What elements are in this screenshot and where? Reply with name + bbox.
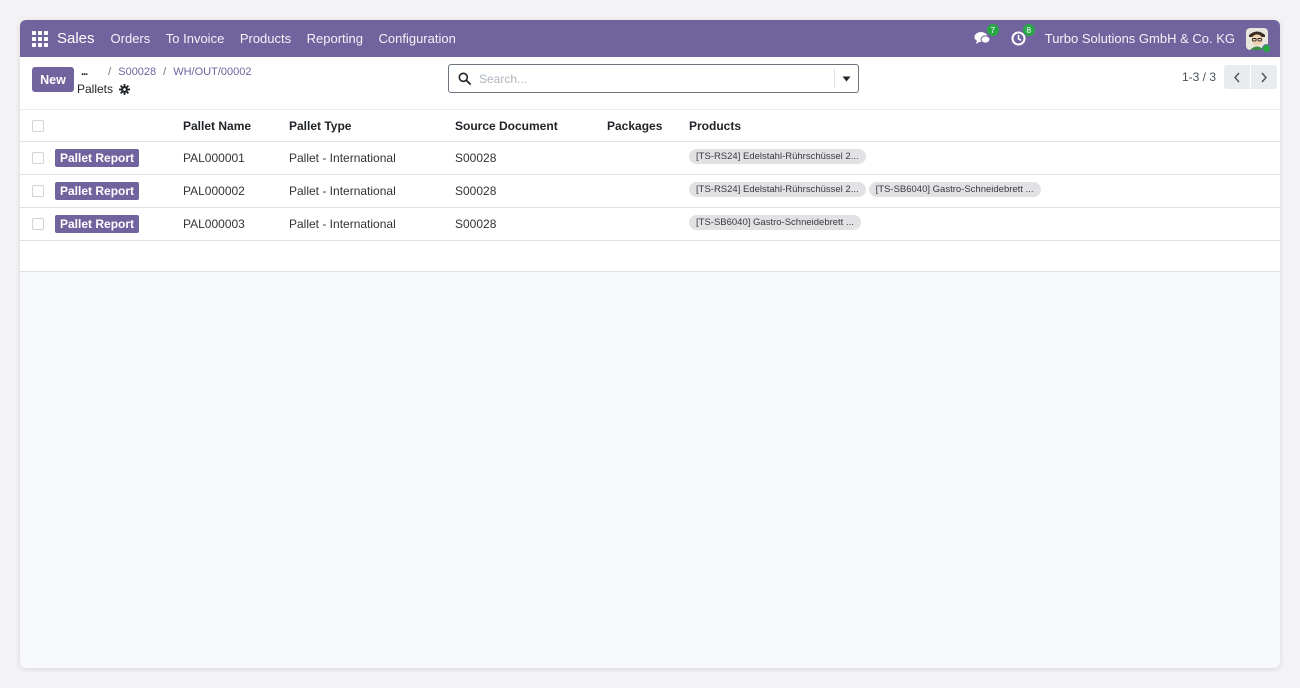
empty-filler-row [20, 240, 1280, 272]
pager-next-button[interactable] [1251, 65, 1277, 89]
caret-down-icon [842, 76, 851, 81]
column-header-packages[interactable]: Packages [607, 109, 689, 142]
cell-packages[interactable] [607, 141, 689, 175]
cell-pallet-name[interactable]: PAL000003 [183, 207, 289, 241]
navbar-systray: 7 8 Turbo Solutions GmbH & Co. KG [973, 23, 1280, 53]
list-view: Pallet Name Pallet Type Source Document … [20, 109, 1280, 668]
product-tag[interactable]: [TS-SB6040] Gastro-Schneidebrett ... [868, 182, 1041, 197]
cell-source-document[interactable]: S00028 [455, 141, 607, 175]
pallets-table: Pallet Name Pallet Type Source Document … [20, 109, 1280, 272]
menu-to-invoice[interactable]: To Invoice [166, 31, 225, 46]
menu-configuration[interactable]: Configuration [379, 31, 456, 46]
cell-source-document[interactable]: S00028 [455, 207, 607, 241]
breadcrumb-more-button[interactable]: ... [81, 66, 88, 78]
search-icon [458, 72, 471, 85]
row-select-cell: Pallet Report [20, 174, 183, 208]
column-header-source-document[interactable]: Source Document [455, 109, 607, 142]
page-title-text: Pallets [77, 82, 114, 96]
pager: 1-3 / 3 [1182, 65, 1277, 89]
table-row[interactable]: Pallet Report PAL000002 Pallet - Interna… [20, 174, 1280, 208]
cell-pallet-type[interactable]: Pallet - International [289, 207, 455, 241]
breadcrumb: ... / S00028 / WH/OUT/00002 [81, 66, 251, 78]
column-header-products[interactable]: Products [689, 109, 1280, 142]
company-switcher[interactable]: Turbo Solutions GmbH & Co. KG [1045, 31, 1235, 46]
select-all-checkbox[interactable] [32, 119, 44, 132]
user-avatar[interactable] [1246, 27, 1271, 53]
column-header-pallet-type[interactable]: Pallet Type [289, 109, 455, 142]
table-row[interactable]: Pallet Report PAL000003 Pallet - Interna… [20, 207, 1280, 241]
column-header-pallet-name[interactable]: Pallet Name [183, 109, 289, 142]
pallet-report-button[interactable]: Pallet Report [55, 182, 140, 200]
select-all-cell [20, 109, 183, 142]
cell-pallet-name[interactable]: PAL000002 [183, 174, 289, 208]
cell-products[interactable]: [TS-SB6040] Gastro-Schneidebrett ... [689, 207, 1280, 241]
cell-pallet-name[interactable]: PAL000001 [183, 141, 289, 175]
chevron-left-icon [1234, 72, 1240, 82]
product-tag[interactable]: [TS-RS24] Edelstahl-Rührschüssel 2... [689, 149, 866, 164]
product-tag[interactable]: [TS-SB6040] Gastro-Schneidebrett ... [689, 215, 861, 230]
table-header-row: Pallet Name Pallet Type Source Document … [20, 109, 1280, 142]
menu-products[interactable]: Products [240, 31, 291, 46]
breadcrumb-sale-order[interactable]: S00028 [118, 66, 156, 78]
row-checkbox[interactable] [32, 185, 44, 197]
cell-source-document[interactable]: S00028 [455, 174, 607, 208]
row-checkbox[interactable] [32, 152, 44, 164]
breadcrumb-separator: / [108, 66, 112, 78]
cell-products[interactable]: [TS-RS24] Edelstahl-Rührschüssel 2... [TS… [689, 174, 1280, 208]
menu-orders[interactable]: Orders [111, 31, 151, 46]
search-options-toggle[interactable] [834, 69, 858, 88]
gear-icon[interactable] [119, 83, 131, 95]
search-input[interactable] [479, 71, 834, 86]
pager-value[interactable]: 1-3 / 3 [1182, 70, 1216, 84]
new-button[interactable]: New [32, 67, 74, 92]
row-select-cell: Pallet Report [20, 207, 183, 241]
cell-packages[interactable] [607, 174, 689, 208]
cell-pallet-type[interactable]: Pallet - International [289, 174, 455, 208]
empty-filler-cell [20, 240, 1280, 272]
row-checkbox[interactable] [32, 218, 44, 230]
activities-button[interactable]: 8 [1009, 23, 1035, 49]
breadcrumb-separator: / [163, 66, 167, 78]
table-row[interactable]: Pallet Report PAL000001 Pallet - Interna… [20, 141, 1280, 175]
top-navbar: Sales Orders To Invoice Products Reporti… [20, 20, 1280, 57]
menu-reporting[interactable]: Reporting [307, 31, 363, 46]
control-panel: New ... / S00028 / WH/OUT/00002 Pallets [20, 57, 1280, 109]
cell-pallet-type[interactable]: Pallet - International [289, 141, 455, 175]
app-window: Sales Orders To Invoice Products Reporti… [20, 20, 1280, 668]
messages-button[interactable]: 7 [973, 23, 999, 49]
apps-grid-icon[interactable] [32, 30, 48, 47]
row-select-cell: Pallet Report [20, 141, 183, 175]
cell-packages[interactable] [607, 207, 689, 241]
cell-products[interactable]: [TS-RS24] Edelstahl-Rührschüssel 2... [689, 141, 1280, 175]
breadcrumb-delivery[interactable]: WH/OUT/00002 [173, 66, 251, 78]
pager-previous-button[interactable] [1224, 65, 1250, 89]
online-status-dot [1262, 43, 1271, 53]
app-name[interactable]: Sales [57, 30, 95, 47]
activities-count-badge: 8 [1022, 23, 1035, 36]
product-tag[interactable]: [TS-RS24] Edelstahl-Rührschüssel 2... [689, 182, 866, 197]
search-bar [448, 64, 859, 93]
pallet-report-button[interactable]: Pallet Report [55, 149, 140, 167]
pallet-report-button[interactable]: Pallet Report [55, 215, 140, 233]
page-title: Pallets [77, 82, 131, 96]
messages-count-badge: 7 [986, 23, 999, 36]
chevron-right-icon [1261, 72, 1267, 82]
